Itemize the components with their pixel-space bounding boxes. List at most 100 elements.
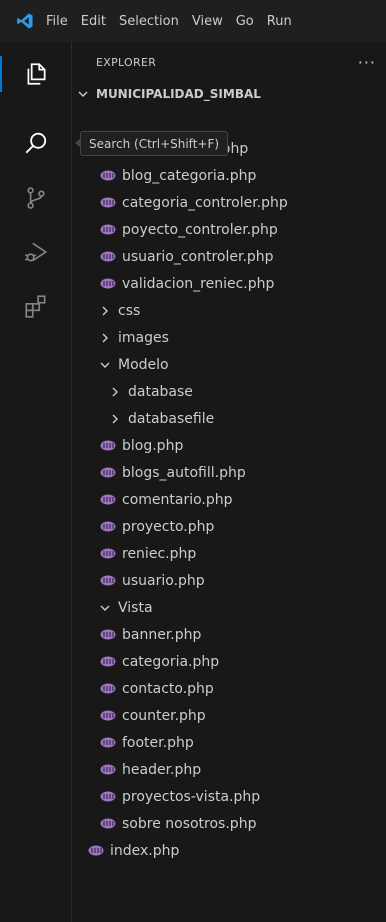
tree-file[interactable]: proyectos-vista.php <box>72 783 386 810</box>
chevron-right-icon <box>98 305 112 317</box>
tree-file[interactable]: header.php <box>72 756 386 783</box>
menu-edit[interactable]: Edit <box>81 14 106 29</box>
folder-name: Modelo <box>118 356 169 373</box>
workspace-root[interactable]: MUNICIPALIDAD_SIMBAL <box>72 82 386 106</box>
tree-file[interactable]: blog_categoria.php <box>72 162 386 189</box>
explorer-panel: EXPLORER ··· MUNICIPALIDAD_SIMBAL autent… <box>72 42 386 922</box>
menu-file[interactable]: File <box>46 14 68 29</box>
activity-extensions[interactable] <box>0 282 71 330</box>
search-icon <box>25 132 46 154</box>
php-file-icon <box>100 737 116 748</box>
php-file-icon <box>100 251 116 262</box>
file-name: proyecto.php <box>122 518 215 535</box>
file-name: footer.php <box>122 734 194 751</box>
php-file-icon <box>100 467 116 478</box>
php-file-icon <box>100 521 116 532</box>
php-file-icon <box>100 710 116 721</box>
activity-source-control[interactable] <box>0 174 71 222</box>
activity-bar <box>0 42 72 922</box>
menu-view[interactable]: View <box>192 14 223 29</box>
tree-file[interactable]: proyecto.php <box>72 513 386 540</box>
file-name: reniec.php <box>122 545 197 562</box>
menu-run[interactable]: Run <box>267 14 292 29</box>
tree-file[interactable]: usuario_controler.php <box>72 243 386 270</box>
menu-go[interactable]: Go <box>236 14 254 29</box>
php-file-icon <box>100 629 116 640</box>
file-name: contacto.php <box>122 680 214 697</box>
tree-file[interactable]: index.php <box>72 837 386 864</box>
file-name: comentario.php <box>122 491 233 508</box>
php-file-icon <box>100 575 116 586</box>
tree-file[interactable]: blog.php <box>72 432 386 459</box>
tree-file[interactable]: footer.php <box>72 729 386 756</box>
tree-folder-vista[interactable]: Vista <box>72 594 386 621</box>
extensions-icon <box>24 295 45 318</box>
search-tooltip: Search (Ctrl+Shift+F) <box>74 131 229 156</box>
tree-file[interactable]: sobre nosotros.php <box>72 810 386 837</box>
tree-file[interactable]: validacion_reniec.php <box>72 270 386 297</box>
php-file-icon <box>100 791 116 802</box>
folder-name: Vista <box>118 599 153 616</box>
file-name: blog_categoria.php <box>122 167 257 184</box>
tree-file[interactable]: comentario.php <box>72 486 386 513</box>
title-bar: File Edit Selection View Go Run <box>0 0 386 42</box>
menu-selection[interactable]: Selection <box>119 14 179 29</box>
tree-file[interactable]: banner.php <box>72 621 386 648</box>
php-file-icon <box>88 845 104 856</box>
file-name: categoria.php <box>122 653 220 670</box>
tree-file[interactable]: reniec.php <box>72 540 386 567</box>
php-file-icon <box>100 818 116 829</box>
run-debug-icon <box>24 242 47 262</box>
file-name: blog.php <box>122 437 184 454</box>
folder-name: images <box>118 329 169 346</box>
tree-file[interactable]: poyecto_controler.php <box>72 216 386 243</box>
php-file-icon <box>100 548 116 559</box>
explorer-icon <box>27 63 46 85</box>
tree-folder-modelo[interactable]: Modelo <box>72 351 386 378</box>
tree-file[interactable]: usuario.php <box>72 567 386 594</box>
file-name: categoria_controler.php <box>122 194 288 211</box>
activity-explorer[interactable] <box>0 50 71 98</box>
file-name: usuario_controler.php <box>122 248 274 265</box>
activity-search[interactable] <box>0 120 71 168</box>
file-name: counter.php <box>122 707 206 724</box>
chevron-right-icon <box>108 413 122 425</box>
folder-name: database <box>128 383 193 400</box>
source-control-icon <box>26 187 45 209</box>
file-name: usuario.php <box>122 572 205 589</box>
php-file-icon <box>100 170 116 181</box>
more-actions-icon[interactable]: ··· <box>358 53 376 72</box>
tree-file[interactable]: categoria_controler.php <box>72 189 386 216</box>
php-file-icon <box>100 764 116 775</box>
tree-file[interactable]: counter.php <box>72 702 386 729</box>
tree-folder-databasefile[interactable]: databasefile <box>72 405 386 432</box>
file-name: proyectos-vista.php <box>122 788 261 805</box>
folder-name: databasefile <box>128 410 215 427</box>
file-name: index.php <box>110 842 180 859</box>
tree-file[interactable]: contacto.php <box>72 675 386 702</box>
tree-folder-database[interactable]: database <box>72 378 386 405</box>
file-name: sobre nosotros.php <box>122 815 257 832</box>
file-tree: autenticacion.php blog_categoria.php cat… <box>72 108 386 864</box>
file-name: validacion_reniec.php <box>122 275 275 292</box>
file-name: blogs_autofill.php <box>122 464 246 481</box>
php-file-icon <box>100 278 116 289</box>
tree-file[interactable]: categoria.php <box>72 648 386 675</box>
activity-run-debug[interactable] <box>0 228 71 276</box>
php-file-icon <box>100 224 116 235</box>
php-file-icon <box>100 197 116 208</box>
tree-folder-images[interactable]: images <box>72 324 386 351</box>
chevron-down-icon <box>98 359 112 371</box>
vscode-logo-icon <box>17 13 33 29</box>
file-name: banner.php <box>122 626 202 643</box>
tree-file[interactable]: blogs_autofill.php <box>72 459 386 486</box>
folder-name: css <box>118 302 141 319</box>
file-name: header.php <box>122 761 202 778</box>
chevron-down-icon <box>76 88 90 100</box>
file-name: poyecto_controler.php <box>122 221 278 238</box>
chevron-down-icon <box>98 602 112 614</box>
php-file-icon <box>100 683 116 694</box>
chevron-right-icon <box>98 332 112 344</box>
tree-folder-css[interactable]: css <box>72 297 386 324</box>
php-file-icon <box>100 440 116 451</box>
